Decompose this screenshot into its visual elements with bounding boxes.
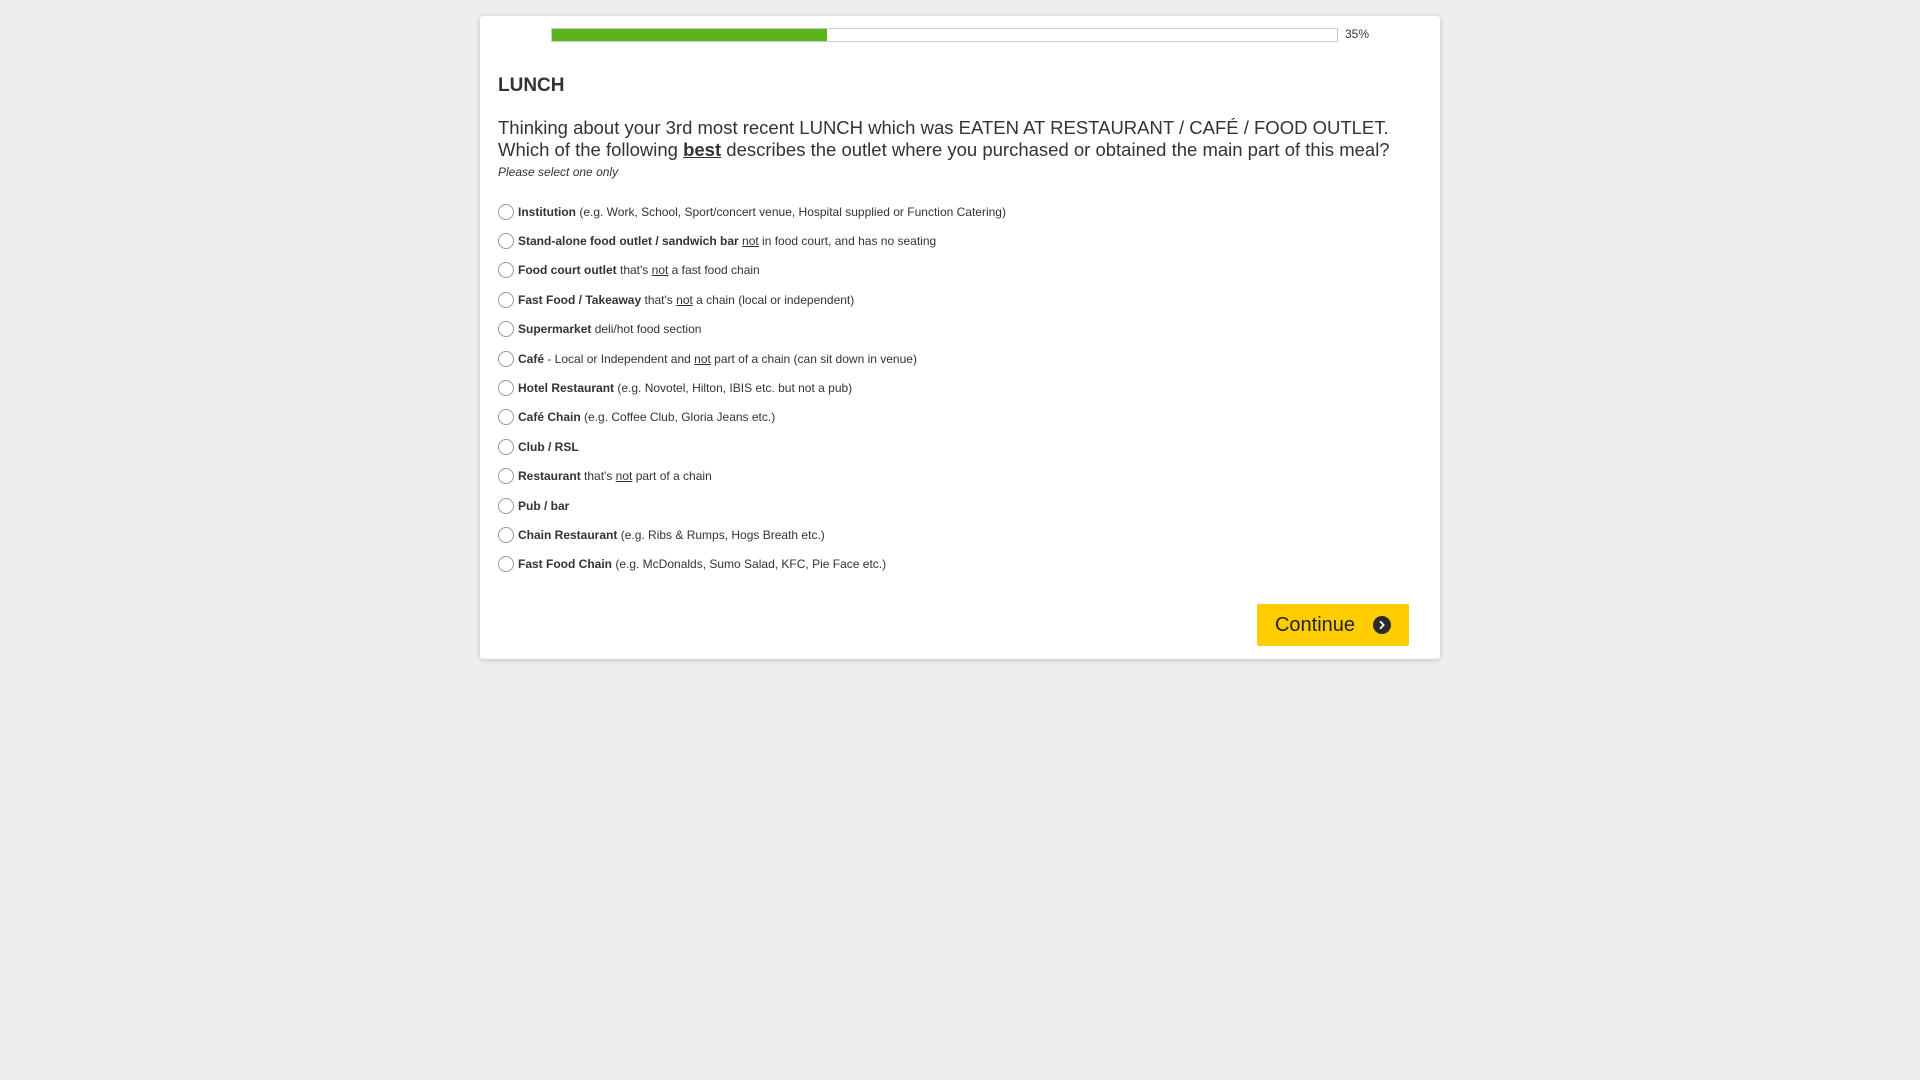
answer-option-label: Fast Food / Takeaway that's not a chain …: [518, 293, 854, 307]
answer-option-label: Supermarket deli/hot food section: [518, 322, 701, 336]
answer-option[interactable]: Restaurant that's not part of a chain: [498, 462, 1418, 491]
answer-option-detail: that's: [616, 263, 652, 278]
answer-option-detail: - Local or Independent and: [544, 351, 695, 366]
radio-button[interactable]: [498, 350, 514, 367]
answer-option[interactable]: Pub / bar: [498, 491, 1418, 520]
continue-button-label: Continue: [1274, 613, 1356, 636]
answer-option-label: Café - Local or Independent and not part…: [518, 352, 917, 366]
answer-option-title: Club / RSL: [518, 439, 579, 454]
answer-option-emphasis: not: [651, 263, 669, 278]
answer-option-title: Café Chain: [518, 410, 581, 425]
answer-option-label: Fast Food Chain (e.g. McDonalds, Sumo Sa…: [518, 557, 886, 571]
answer-option[interactable]: Café Chain (e.g. Coffee Club, Gloria Jea…: [498, 403, 1418, 432]
answer-options-list: Institution (e.g. Work, School, Sport/co…: [498, 197, 1418, 579]
answer-option-label: Chain Restaurant (e.g. Ribs & Rumps, Hog…: [518, 528, 825, 542]
answer-option-detail: part of a chain: [632, 469, 712, 484]
question-line-2: Which of the following best describes th…: [498, 139, 1428, 161]
answer-option[interactable]: Café - Local or Independent and not part…: [498, 344, 1418, 373]
answer-option[interactable]: Chain Restaurant (e.g. Ribs & Rumps, Hog…: [498, 520, 1418, 549]
radio-button[interactable]: [498, 203, 514, 220]
progress-bar: [551, 28, 1338, 42]
answer-option-label: Pub / bar: [518, 499, 569, 513]
answer-option-title: Pub / bar: [518, 498, 570, 513]
answer-option[interactable]: Stand-alone food outlet / sandwich bar n…: [498, 226, 1418, 255]
answer-option-title: Supermarket: [518, 322, 592, 337]
answer-option[interactable]: Supermarket deli/hot food section: [498, 315, 1418, 344]
instruction-text: Please select one only: [498, 165, 619, 179]
answer-option-title: Food court outlet: [518, 263, 617, 278]
answer-option-label: Club / RSL: [518, 440, 579, 454]
answer-option[interactable]: Fast Food Chain (e.g. McDonalds, Sumo Sa…: [498, 550, 1418, 579]
question-line-2-end: describes the outlet where you purchased…: [721, 139, 1390, 160]
answer-option-title: Fast Food / Takeaway: [518, 292, 642, 307]
answer-option[interactable]: Club / RSL: [498, 432, 1418, 461]
answer-option[interactable]: Hotel Restaurant (e.g. Novotel, Hilton, …: [498, 373, 1418, 402]
answer-option-detail: a fast food chain: [668, 263, 760, 278]
answer-option-detail: (e.g. Novotel, Hilton, IBIS etc. but not…: [614, 381, 853, 396]
survey-card: 35% LUNCH Thinking about your 3rd most r…: [480, 16, 1440, 659]
answer-option-detail: (e.g. Work, School, Sport/concert venue,…: [575, 204, 1006, 219]
answer-option-title: Café: [518, 351, 545, 366]
answer-option-emphasis: not: [694, 351, 711, 366]
answer-option-detail: deli/hot food section: [591, 322, 702, 337]
progress-percent-label: 35%: [1345, 27, 1370, 41]
answer-option-label: Stand-alone food outlet / sandwich bar n…: [518, 234, 936, 248]
answer-option-title: Restaurant: [518, 469, 581, 484]
answer-option-detail: a chain (local or independent): [692, 292, 855, 307]
question-line-1: Thinking about your 3rd most recent LUNC…: [498, 117, 1389, 138]
answer-option-label: Food court outlet that's not a fast food…: [518, 263, 760, 277]
radio-button[interactable]: [498, 262, 514, 279]
answer-option-label: Restaurant that's not part of a chain: [518, 469, 712, 483]
progress-bar-fill: [552, 29, 827, 41]
answer-option[interactable]: Institution (e.g. Work, School, Sport/co…: [498, 197, 1418, 226]
answer-option-title: Chain Restaurant: [518, 527, 618, 542]
radio-button[interactable]: [498, 556, 514, 573]
answer-option-detail: part of a chain (can sit down in venue): [710, 351, 917, 366]
radio-button[interactable]: [498, 321, 514, 338]
question-emphasis: best: [683, 139, 722, 160]
answer-option-label: Café Chain (e.g. Coffee Club, Gloria Jea…: [518, 410, 775, 424]
answer-option-detail: that's: [641, 292, 677, 307]
answer-option-emphasis: not: [742, 234, 759, 249]
answer-option-detail: in food court, and has no seating: [758, 234, 937, 249]
radio-button[interactable]: [498, 233, 514, 250]
answer-option-detail: that's: [580, 469, 616, 484]
answer-option-emphasis: not: [615, 469, 633, 484]
answer-option-emphasis: not: [676, 292, 693, 307]
answer-option-title: Stand-alone food outlet / sandwich bar: [518, 234, 739, 249]
radio-button[interactable]: [498, 438, 514, 455]
answer-option-title: Hotel Restaurant: [518, 381, 615, 396]
radio-button[interactable]: [498, 380, 514, 397]
answer-option-detail: (e.g. Coffee Club, Gloria Jeans etc.): [580, 410, 776, 425]
radio-button[interactable]: [498, 468, 514, 485]
radio-button[interactable]: [498, 526, 514, 543]
question-text: Thinking about your 3rd most recent LUNC…: [498, 117, 1428, 161]
answer-option-detail: (e.g. Ribs & Rumps, Hogs Breath etc.): [617, 527, 825, 542]
answer-option-label: Hotel Restaurant (e.g. Novotel, Hilton, …: [518, 381, 852, 395]
continue-button[interactable]: Continue: [1257, 604, 1409, 646]
answer-option-title: Institution: [518, 204, 576, 219]
answer-option[interactable]: Fast Food / Takeaway that's not a chain …: [498, 285, 1418, 314]
answer-option-detail: (e.g. McDonalds, Sumo Salad, KFC, Pie Fa…: [612, 557, 887, 572]
radio-button[interactable]: [498, 497, 514, 514]
answer-option-title: Fast Food Chain: [518, 557, 612, 572]
answer-option-label: Institution (e.g. Work, School, Sport/co…: [518, 205, 1006, 219]
section-title: LUNCH: [498, 75, 565, 96]
radio-button[interactable]: [498, 291, 514, 308]
answer-option[interactable]: Food court outlet that's not a fast food…: [498, 256, 1418, 285]
question-line-2-start: Which of the following: [498, 139, 684, 160]
arrow-right-circle-icon: [1373, 616, 1392, 634]
radio-button[interactable]: [498, 409, 514, 426]
